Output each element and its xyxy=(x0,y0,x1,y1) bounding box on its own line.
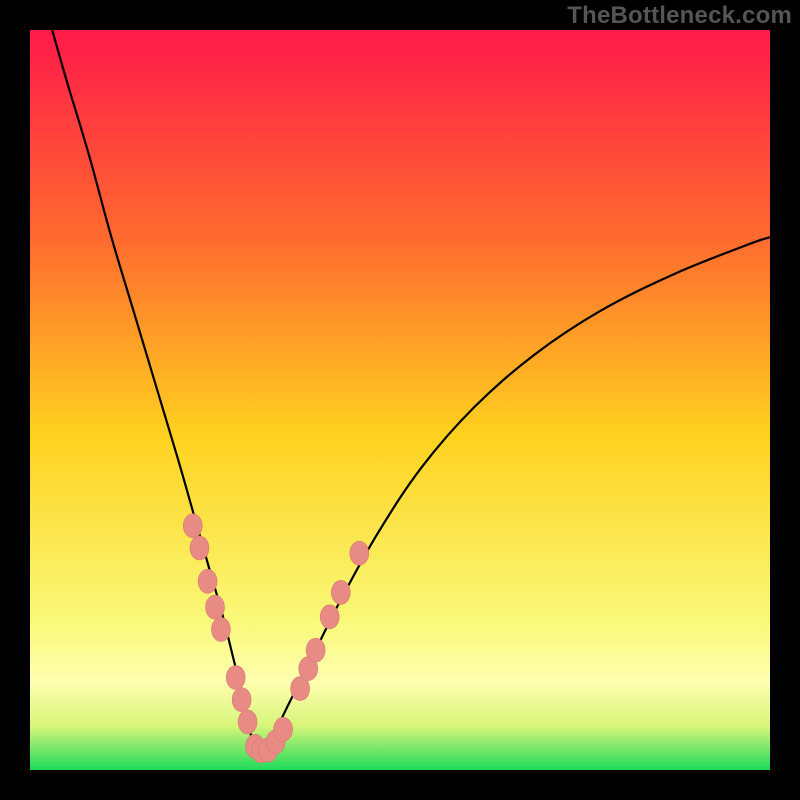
data-marker xyxy=(198,569,217,593)
data-marker xyxy=(350,541,369,565)
gradient-background xyxy=(30,30,770,770)
data-marker xyxy=(226,666,245,690)
data-marker xyxy=(331,580,350,604)
data-marker xyxy=(206,595,225,619)
plot-svg xyxy=(30,30,770,770)
data-marker xyxy=(183,514,202,538)
chart-frame: TheBottleneck.com xyxy=(0,0,800,800)
data-marker xyxy=(190,536,209,560)
data-marker xyxy=(320,605,339,629)
data-marker xyxy=(211,617,230,641)
plot-area xyxy=(30,30,770,770)
watermark-text: TheBottleneck.com xyxy=(567,2,792,30)
data-marker xyxy=(232,688,251,712)
data-marker xyxy=(306,638,325,662)
data-marker xyxy=(274,717,293,741)
data-marker xyxy=(238,710,257,734)
